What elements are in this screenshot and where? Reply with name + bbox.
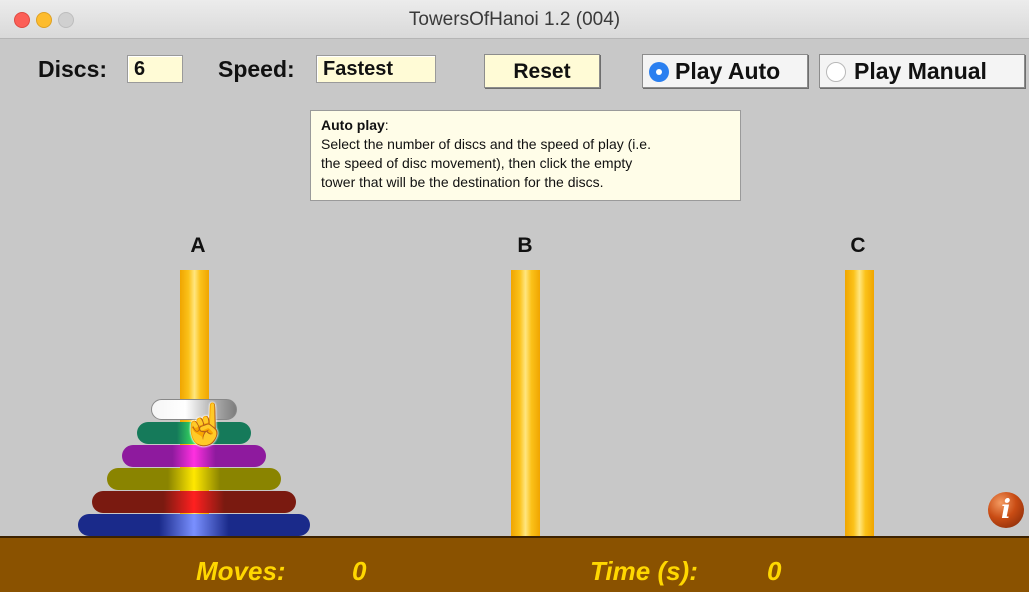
play-manual-label: Play Manual xyxy=(854,58,987,84)
moves-value: 0 xyxy=(352,556,367,586)
tooltip-line-1: Select the number of discs and the speed… xyxy=(321,136,651,152)
disc-4[interactable] xyxy=(107,468,281,490)
tooltip-line-2: the speed of disc movement), then click … xyxy=(321,155,633,171)
play-auto-radio[interactable]: Play Auto xyxy=(642,54,808,88)
status-bar: Moves: 0 Time (s): 0 xyxy=(0,536,1029,592)
disc-3[interactable] xyxy=(122,445,266,467)
discs-field[interactable]: 6 xyxy=(127,55,183,83)
tooltip-line-3: tower that will be the destination for t… xyxy=(321,174,604,190)
window-title: TowersOfHanoi 1.2 (004) xyxy=(408,9,621,30)
tower-c-peg[interactable] xyxy=(845,270,874,536)
tower-c-label: C xyxy=(850,234,866,257)
radio-unselected-icon xyxy=(826,62,846,82)
time-value: 0 xyxy=(767,556,782,586)
tower-b-peg[interactable] xyxy=(511,270,540,536)
auto-play-help-tooltip: Auto play: Select the number of discs an… xyxy=(310,110,741,201)
tower-b-label: B xyxy=(517,234,533,257)
info-icon[interactable]: i xyxy=(988,492,1024,528)
speed-label: Speed: xyxy=(218,56,295,82)
play-auto-label: Play Auto xyxy=(675,58,781,84)
reset-button[interactable]: Reset xyxy=(484,54,600,88)
time-label: Time (s): xyxy=(590,556,698,586)
app-window: TowersOfHanoi 1.2 (004) Discs: 6 Speed: … xyxy=(0,0,1029,592)
title-bar: TowersOfHanoi 1.2 (004) xyxy=(0,0,1029,39)
play-manual-radio[interactable]: Play Manual xyxy=(819,54,1025,88)
tower-a-label: A xyxy=(190,234,206,257)
radio-selected-icon xyxy=(649,62,669,82)
speed-field[interactable]: Fastest xyxy=(316,55,436,83)
disc-6[interactable] xyxy=(78,514,310,536)
discs-label: Discs: xyxy=(38,56,108,82)
moves-label: Moves: xyxy=(196,556,286,586)
hand-pointer-icon: ☝ xyxy=(180,403,230,447)
tooltip-heading: Auto play xyxy=(321,117,385,133)
disc-5[interactable] xyxy=(92,491,296,513)
